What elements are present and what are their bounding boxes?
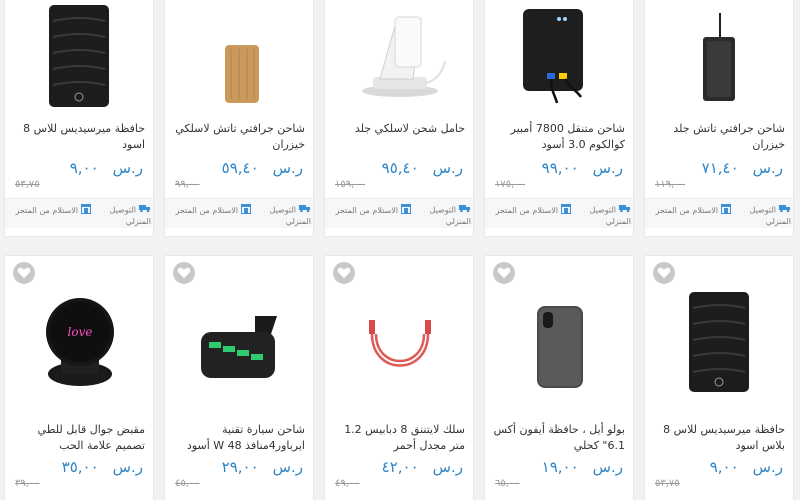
old-price: ١١٩,٠٠ <box>655 179 686 190</box>
home-delivery: التوصيل المنزلي <box>749 204 791 226</box>
product-image[interactable] <box>325 0 473 111</box>
home-delivery: التوصيل المنزلي <box>269 204 311 226</box>
old-price: ٥٣,٧٥ <box>655 478 680 489</box>
store-icon <box>81 204 91 217</box>
product-price: ر.س٩٩,٠٠ <box>541 159 623 177</box>
product-card[interactable]: حامل شحن لاسلكي جلد ر.س٩٥,٤٠ ١٥٩,٠٠ التو… <box>324 0 474 237</box>
store-pickup: الاستلام من المتجر <box>171 204 251 217</box>
product-image[interactable]: love <box>5 276 153 396</box>
product-image[interactable] <box>5 0 153 111</box>
truck-icon <box>459 204 471 216</box>
product-name[interactable]: بولو أيل ، حافظة أيفون أكس 6.1" كحلي <box>490 422 625 454</box>
product-card[interactable]: بولو أيل ، حافظة أيفون أكس 6.1" كحلي ر.س… <box>484 255 634 500</box>
old-price: ٦٥,٠٠ <box>495 478 520 489</box>
old-price: ٩٩,٠٠ <box>175 179 200 190</box>
truck-icon <box>619 204 631 216</box>
delivery-options: التوصيل المنزلي الاستلام من المتجر <box>645 198 793 228</box>
product-name[interactable]: شاحن جرافتي تاتش لاسلكي خيزران <box>170 121 305 153</box>
product-card[interactable]: شاحن متنقل 7800 أمبير كوالكوم 3.0 أسود ر… <box>484 0 634 237</box>
product-price: ر.س٩,٠٠ <box>709 458 783 476</box>
store-pickup: الاستلام من المتجر <box>651 204 731 217</box>
product-name[interactable]: حافظة ميرسيديس للاس 8 اسود <box>10 121 145 153</box>
product-price: ر.س٩٥,٤٠ <box>381 159 463 177</box>
store-pickup: الاستلام من المتجر <box>11 204 91 217</box>
product-price: ر.س٩,٠٠ <box>69 159 143 177</box>
product-card[interactable]: شاحن جرافتي تاتش جلد خيزران ر.س٧١,٤٠ ١١٩… <box>644 0 794 237</box>
product-price: ر.س٢٩,٠٠ <box>221 458 303 476</box>
product-name[interactable]: مقبض جوال قابل للطي تصميم علامة الحب <box>10 422 145 454</box>
product-image[interactable] <box>325 276 473 396</box>
delivery-options: التوصيل المنزلي الاستلام من المتجر <box>165 198 313 228</box>
product-image[interactable] <box>165 0 313 111</box>
product-name[interactable]: حافظة ميرسيديس للاس 8 بلاس اسود <box>650 422 785 454</box>
home-delivery: التوصيل المنزلي <box>429 204 471 226</box>
store-icon <box>721 204 731 217</box>
product-image[interactable] <box>485 276 633 396</box>
old-price: ٥٣,٧٥ <box>15 179 40 190</box>
product-price: ر.س٣٥,٠٠ <box>61 458 143 476</box>
old-price: ٣٩,٠٠ <box>15 478 40 489</box>
delivery-options: التوصيل المنزلي الاستلام من المتجر <box>325 198 473 228</box>
product-card[interactable]: حافظة ميرسيديس للاس 8 بلاس اسود ر.س٩,٠٠ … <box>644 255 794 500</box>
store-pickup: الاستلام من المتجر <box>331 204 411 217</box>
product-name[interactable]: حامل شحن لاسلكي جلد <box>330 121 465 137</box>
store-icon <box>401 204 411 217</box>
home-delivery: التوصيل المنزلي <box>109 204 151 226</box>
product-image[interactable] <box>485 0 633 111</box>
product-price: ر.س٤٢,٠٠ <box>381 458 463 476</box>
product-card[interactable]: حافظة ميرسيديس للاس 8 اسود ر.س٩,٠٠ ٥٣,٧٥… <box>4 0 154 237</box>
product-image[interactable] <box>165 276 313 396</box>
store-pickup: الاستلام من المتجر <box>491 204 571 217</box>
product-card[interactable]: سلك لايتننق 8 دبابيس 1.2 متر مجدل أحمر ر… <box>324 255 474 500</box>
old-price: ٤٥,٠٠ <box>175 478 200 489</box>
truck-icon <box>299 204 311 216</box>
svg-text:love: love <box>68 325 93 339</box>
old-price: ١٧٥,٠٠ <box>495 179 526 190</box>
product-card[interactable]: شاحن جرافتي تاتش لاسلكي خيزران ر.س٥٩,٤٠ … <box>164 0 314 237</box>
product-card[interactable]: love مقبض جوال قابل للطي تصميم علامة الح… <box>4 255 154 500</box>
store-icon <box>241 204 251 217</box>
product-name[interactable]: شاحن سيارة تقنية ايرباور4منافذ 48 W أسود <box>170 422 305 454</box>
delivery-options: التوصيل المنزلي الاستلام من المتجر <box>485 198 633 228</box>
product-card[interactable]: شاحن سيارة تقنية ايرباور4منافذ 48 W أسود… <box>164 255 314 500</box>
truck-icon <box>779 204 791 216</box>
product-name[interactable]: شاحن جرافتي تاتش جلد خيزران <box>650 121 785 153</box>
truck-icon <box>139 204 151 216</box>
old-price: ١٥٩,٠٠ <box>335 179 366 190</box>
home-delivery: التوصيل المنزلي <box>589 204 631 226</box>
old-price: ٤٩,٠٠ <box>335 478 360 489</box>
product-name[interactable]: سلك لايتننق 8 دبابيس 1.2 متر مجدل أحمر <box>330 422 465 454</box>
product-price: ر.س٧١,٤٠ <box>701 159 783 177</box>
product-image[interactable] <box>645 276 793 396</box>
store-icon <box>561 204 571 217</box>
delivery-options: التوصيل المنزلي الاستلام من المتجر <box>5 198 153 228</box>
product-grid: شاحن جرافتي تاتش جلد خيزران ر.س٧١,٤٠ ١١٩… <box>0 0 800 500</box>
product-name[interactable]: شاحن متنقل 7800 أمبير كوالكوم 3.0 أسود <box>490 121 625 153</box>
product-image[interactable] <box>645 0 793 111</box>
product-price: ر.س١٩,٠٠ <box>541 458 623 476</box>
product-price: ر.س٥٩,٤٠ <box>221 159 303 177</box>
